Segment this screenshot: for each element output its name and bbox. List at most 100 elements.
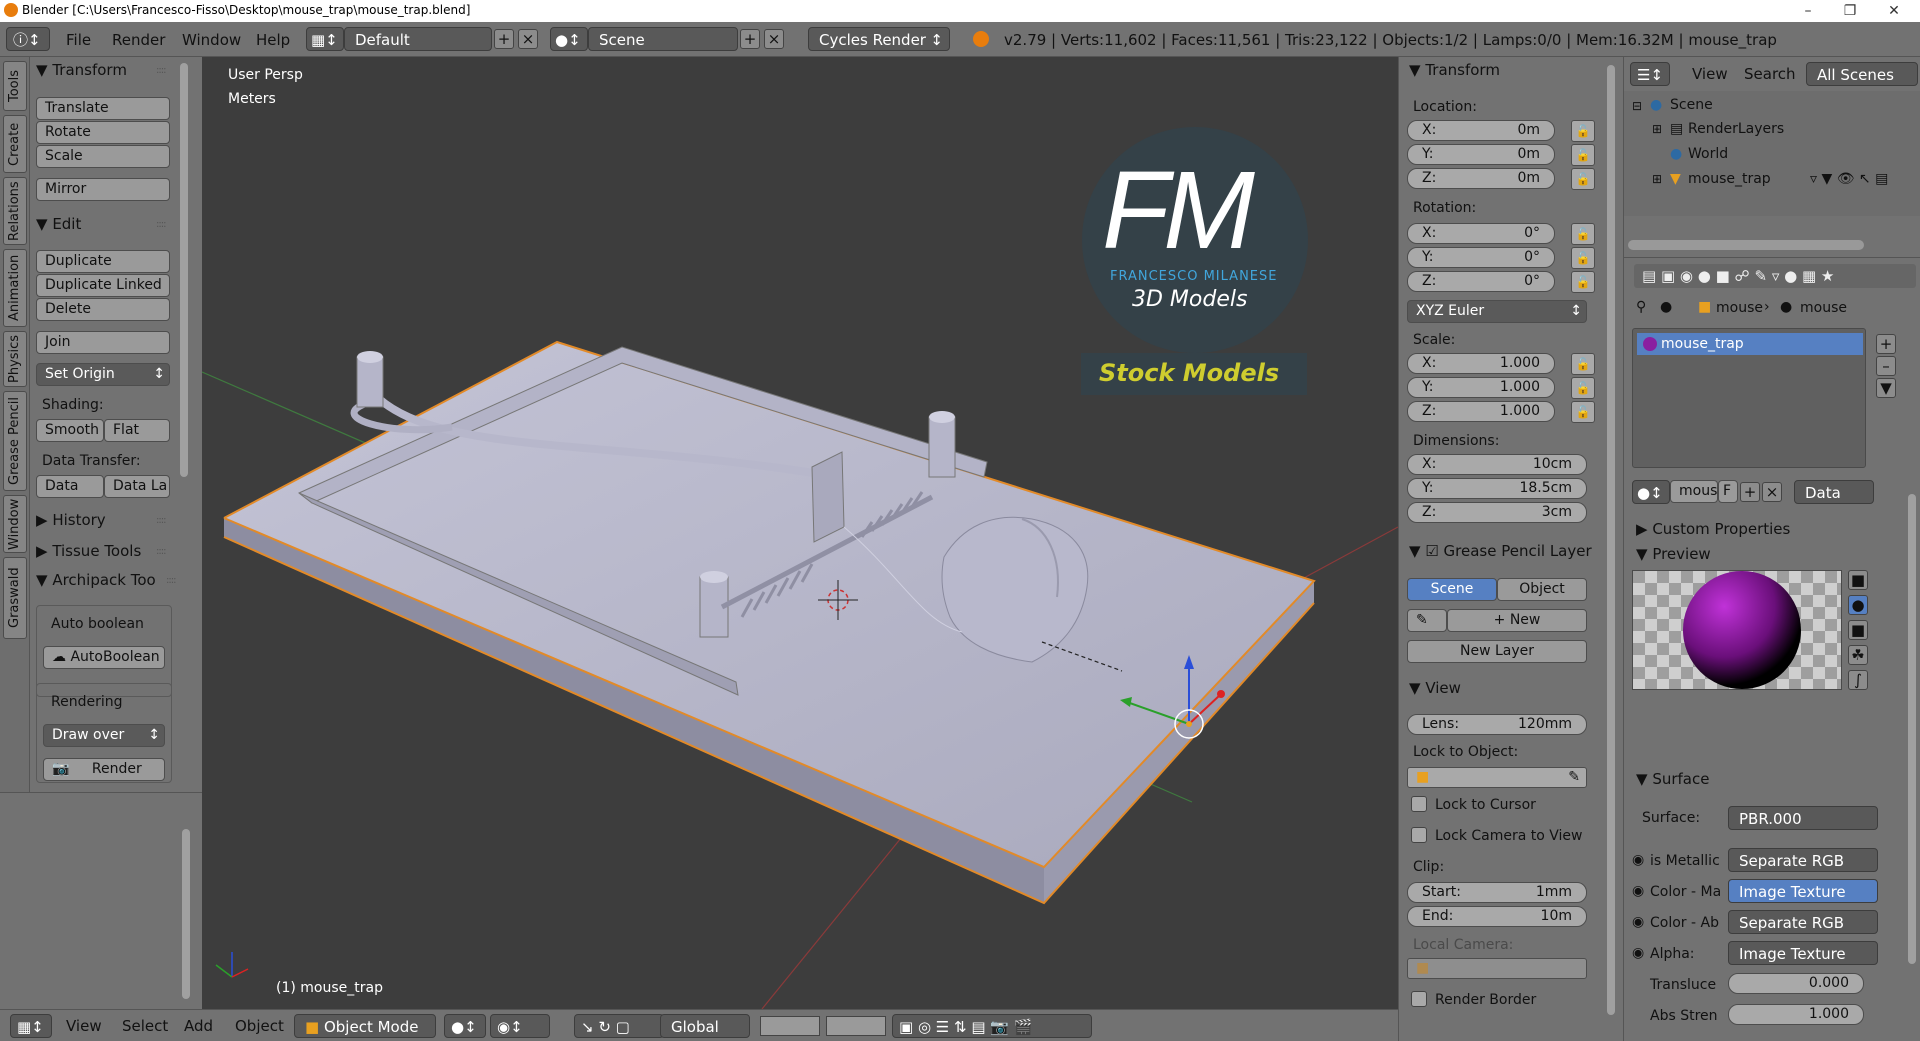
n-transform-header[interactable]: ▼ Transform (1409, 61, 1500, 79)
dimensions-x-field[interactable]: X: 10cm (1407, 454, 1587, 475)
tab-window[interactable]: Window (3, 495, 27, 553)
tab-grease-pencil[interactable]: Grease Pencil (3, 391, 27, 491)
tool-shelf-scrollbar[interactable] (180, 63, 188, 477)
delete-button[interactable]: Delete (36, 298, 170, 321)
grip-icon[interactable]: :::: (166, 575, 177, 586)
data-layout-button[interactable]: Data La (104, 475, 170, 498)
color-ab-dropdown[interactable]: Separate RGB (1728, 910, 1878, 934)
add-layout-icon[interactable]: + (494, 29, 514, 49)
lock-icon[interactable]: 🔓 (1571, 223, 1595, 245)
lock-icon[interactable]: 🔓 (1571, 120, 1595, 142)
minimize-icon[interactable]: – (1788, 0, 1828, 22)
outliner-item-world[interactable]: World (1688, 146, 1728, 162)
close-icon[interactable]: ✕ (1874, 0, 1914, 22)
tab-create[interactable]: Create (3, 115, 27, 173)
scene-dropdown[interactable]: Scene (588, 27, 738, 51)
snap-render-icons[interactable]: ▣ ◎ ☰ ⇅ ▤ 📷 🎬 (892, 1014, 1092, 1038)
menu-object[interactable]: Object (235, 1017, 284, 1035)
menu-file[interactable]: File (66, 31, 91, 49)
outliner-item-renderlayers[interactable]: RenderLayers (1688, 121, 1784, 137)
n-panel-scrollbar[interactable] (1607, 65, 1615, 1015)
context-tabs[interactable]: ▤ ▣ ◉ ● ■ ☍ ✎ ▿ ● ▦ ★ (1634, 264, 1916, 288)
location-z-field[interactable]: Z: 0m (1407, 168, 1555, 189)
pivot-icon[interactable]: ◉↕ (490, 1014, 550, 1038)
translucent-field[interactable]: 0.000 (1728, 973, 1864, 994)
material-browse-icon[interactable]: ●↕ (1632, 480, 1670, 504)
menu-window[interactable]: Window (182, 31, 241, 49)
surface-header[interactable]: ▼ Surface (1636, 770, 1709, 788)
material-slot-row[interactable]: mouse_trap (1637, 333, 1863, 355)
grip-icon[interactable]: :::: (156, 219, 167, 230)
autoboolean-button[interactable]: ☁ AutoBoolean (43, 646, 165, 669)
pencil-icon[interactable]: ✎ (1407, 609, 1447, 632)
rotation-y-field[interactable]: Y: 0° (1407, 247, 1555, 268)
layout-icon[interactable]: ▦↕ (306, 27, 344, 51)
remove-layout-icon[interactable]: × (518, 29, 538, 49)
draw-over-dropdown[interactable]: Draw over ↕ (43, 724, 165, 747)
editor-type-icon[interactable]: ▦↕ (10, 1014, 52, 1038)
grip-icon[interactable]: :::: (156, 65, 167, 76)
preview-header[interactable]: ▼ Preview (1636, 545, 1711, 563)
lock-icon[interactable]: 🔓 (1571, 271, 1595, 293)
shading-dropdown-icon[interactable]: ●↕ (444, 1014, 486, 1038)
alpha-dropdown[interactable]: Image Texture (1728, 941, 1878, 965)
transform-panel-header[interactable]: ▼ Transform (36, 61, 127, 79)
layers-grid-2[interactable] (826, 1016, 886, 1036)
add-scene-icon[interactable]: + (740, 29, 760, 49)
lock-icon[interactable]: 🔓 (1571, 377, 1595, 399)
lock-cursor-checkbox[interactable] (1411, 796, 1427, 812)
preview-plane-icon[interactable]: ■ (1848, 570, 1868, 590)
add-slot-icon[interactable]: + (1876, 334, 1896, 354)
set-origin-dropdown[interactable]: Set Origin ↕ (36, 363, 170, 386)
remove-scene-icon[interactable]: × (764, 29, 784, 49)
lens-field[interactable]: Lens: 120mm (1407, 714, 1587, 735)
mirror-button[interactable]: Mirror (36, 178, 170, 201)
properties-scrollbar[interactable] (1908, 494, 1916, 964)
color-ma-dropdown[interactable]: Image Texture (1728, 879, 1878, 903)
smooth-button[interactable]: Smooth (36, 419, 104, 442)
manipulator-icons[interactable]: ↘ ↻ ▢ (574, 1014, 664, 1038)
location-y-field[interactable]: Y: 0m (1407, 144, 1555, 165)
outliner-search-menu[interactable]: Search (1744, 65, 1796, 83)
translate-button[interactable]: Translate (36, 97, 170, 120)
breadcrumb-material[interactable]: mouse (1800, 300, 1847, 316)
3d-viewport[interactable]: User Persp Meters (1) mouse_trap FM FRAN… (202, 57, 1398, 1009)
lock-icon[interactable]: 🔓 (1571, 168, 1595, 190)
grease-pencil-header[interactable]: ▼ ☑ Grease Pencil Layer (1409, 542, 1592, 560)
scene-tab-button[interactable]: Scene (1407, 578, 1497, 601)
menu-add[interactable]: Add (184, 1017, 213, 1035)
maximize-icon[interactable]: ❐ (1830, 0, 1870, 22)
scene-icon[interactable]: ●↕ (550, 27, 588, 51)
layout-dropdown[interactable]: Default (344, 27, 492, 51)
fake-user-button[interactable]: F (1718, 480, 1738, 503)
preview-monkey-icon[interactable]: ☘ (1848, 645, 1868, 665)
orientation-dropdown[interactable]: Global (660, 1014, 750, 1038)
scale-y-field[interactable]: Y: 1.000 (1407, 377, 1555, 398)
join-button[interactable]: Join (36, 331, 170, 354)
unlink-material-icon[interactable]: × (1762, 482, 1782, 502)
menu-help[interactable]: Help (256, 31, 290, 49)
material-name-field[interactable]: mous (1670, 480, 1718, 503)
layers-grid-1[interactable] (760, 1016, 820, 1036)
view-panel-header[interactable]: ▼ View (1409, 679, 1461, 697)
all-scenes-dropdown[interactable]: All Scenes (1806, 62, 1918, 86)
mode-dropdown[interactable]: ■ Object Mode (294, 1014, 436, 1038)
preview-cube-icon[interactable]: ■ (1848, 620, 1868, 640)
pin-icon[interactable]: ⚲ (1636, 299, 1646, 315)
render-engine-dropdown[interactable]: Cycles Render ↕ (808, 27, 950, 51)
duplicate-button[interactable]: Duplicate (36, 250, 170, 273)
menu-view[interactable]: View (66, 1017, 102, 1035)
expand-icon[interactable]: ⊞ (1652, 122, 1662, 136)
socket-icon[interactable]: ◉ (1632, 852, 1644, 868)
scale-z-field[interactable]: Z: 1.000 (1407, 401, 1555, 422)
collapse-icon[interactable]: ⊟ (1632, 99, 1642, 113)
dimensions-y-field[interactable]: Y: 18.5cm (1407, 478, 1587, 499)
socket-icon[interactable]: ◉ (1632, 883, 1644, 899)
object-tab-button[interactable]: Object (1497, 578, 1587, 601)
location-x-field[interactable]: X: 0m (1407, 120, 1555, 141)
surface-dropdown[interactable]: PBR.000 (1728, 806, 1878, 830)
x-arrow-icon[interactable] (1217, 690, 1225, 698)
data-button[interactable]: Data (36, 475, 104, 498)
outliner-hscrollbar[interactable] (1628, 240, 1864, 250)
dimensions-z-field[interactable]: Z: 3cm (1407, 502, 1587, 523)
